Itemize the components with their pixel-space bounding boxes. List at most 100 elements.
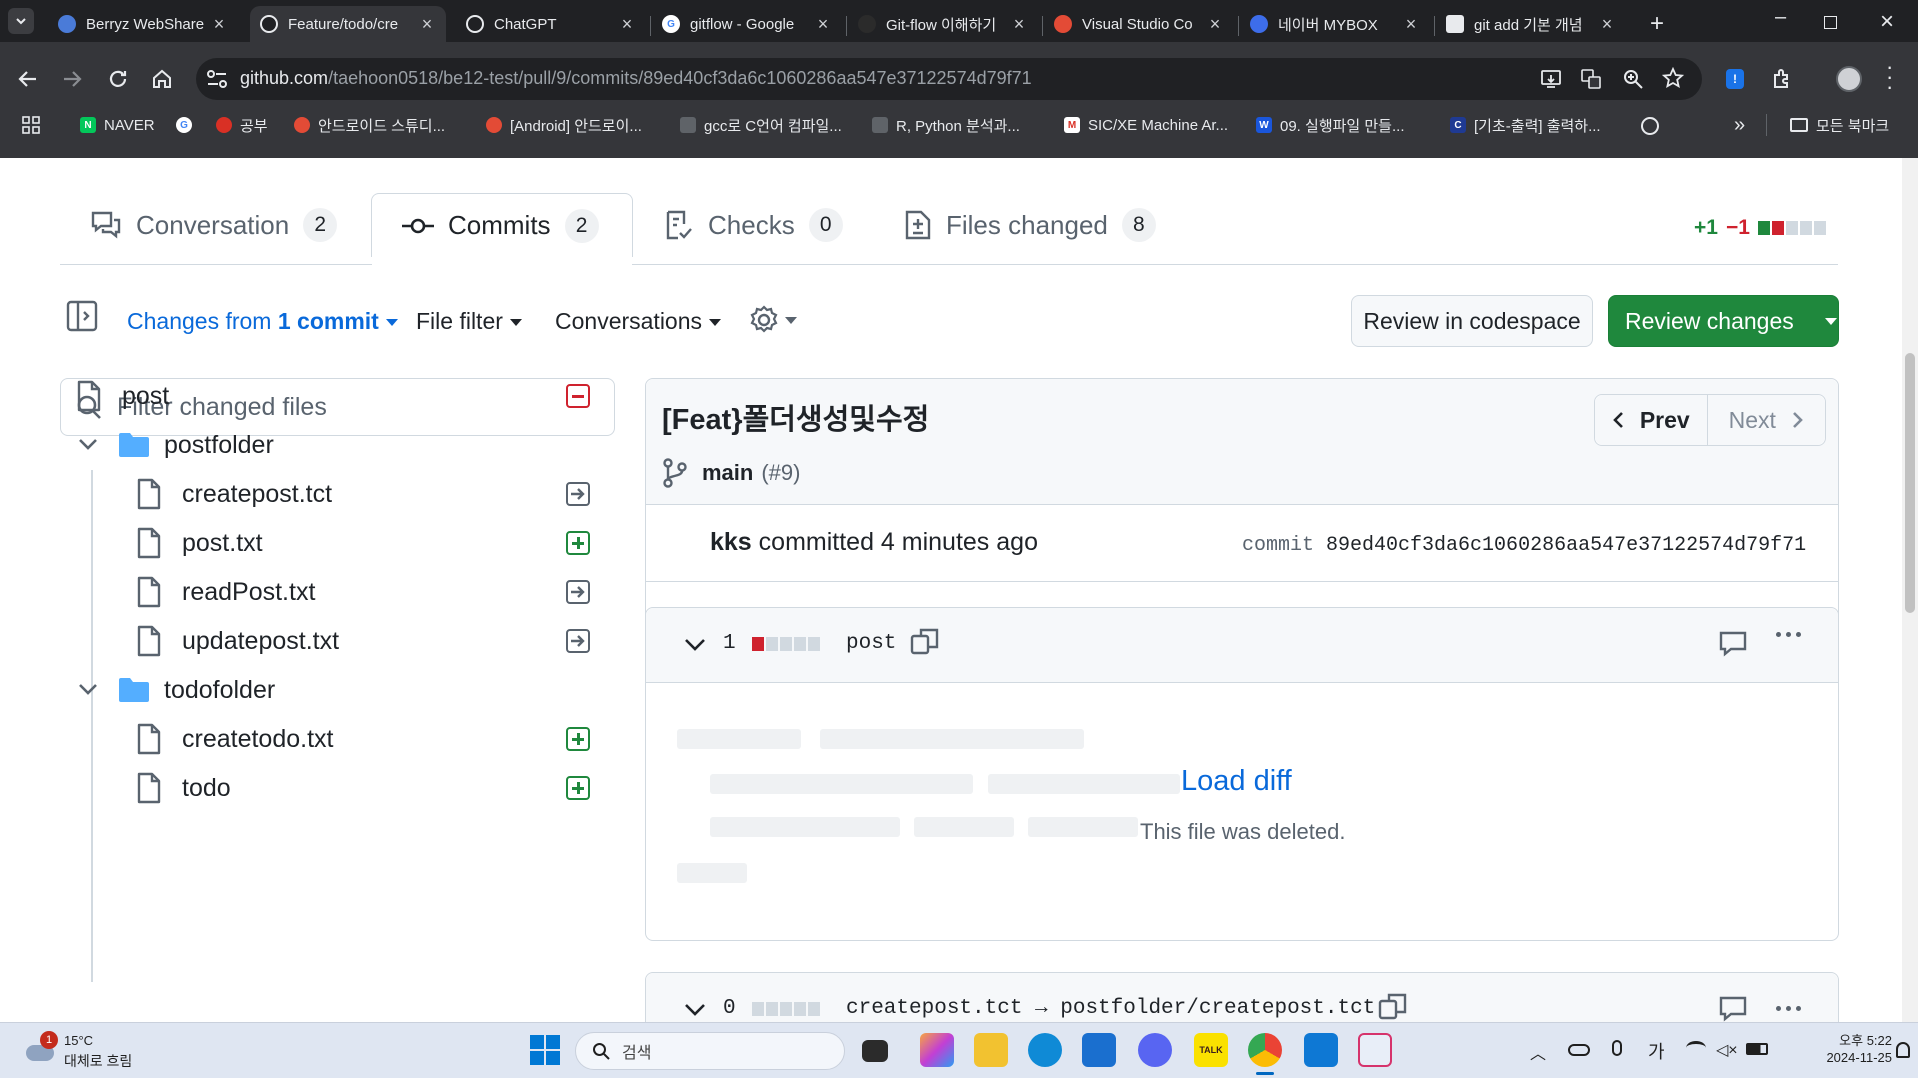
store-icon[interactable] (1082, 1033, 1116, 1067)
discord-icon[interactable] (1138, 1033, 1172, 1067)
tree-file[interactable]: createtodo.txt (136, 719, 333, 759)
sidebar-expand-icon[interactable] (66, 300, 98, 332)
browser-tab[interactable]: git add 기본 개념 × (1436, 6, 1626, 42)
vscode-icon[interactable] (1304, 1033, 1338, 1067)
bookmark-r-python[interactable]: R, Python 분석과... (872, 113, 1020, 137)
close-icon[interactable]: × (1598, 14, 1616, 35)
browser-tab[interactable]: ChatGPT × (456, 6, 646, 42)
changes-from-dropdown[interactable]: Changes from 1 commit (127, 308, 399, 335)
bookmark-android[interactable]: [Android] 안드로이... (486, 113, 642, 137)
tab-search-button[interactable] (8, 8, 34, 34)
tab-commits[interactable]: Commits 2 (371, 193, 633, 257)
bookmark-naver[interactable]: N NAVER (80, 113, 155, 137)
bookmark-gcc[interactable]: gcc로 C언어 컴파일... (680, 113, 842, 137)
page-scrollbar[interactable] (1902, 158, 1918, 1022)
browser-tab[interactable]: Visual Studio Co × (1044, 6, 1234, 42)
all-bookmarks[interactable]: 모든 북마크 (1790, 113, 1889, 137)
close-icon[interactable]: × (1010, 14, 1028, 35)
volume-icon[interactable]: ◁× (1716, 1040, 1738, 1060)
home-icon[interactable] (150, 67, 174, 91)
ime-indicator[interactable]: 가 (1648, 1038, 1665, 1064)
close-icon[interactable]: × (618, 14, 636, 35)
tab-checks[interactable]: Checks 0 (664, 194, 843, 256)
file-explorer-icon[interactable] (974, 1033, 1008, 1067)
profile-avatar[interactable] (1836, 66, 1862, 92)
copilot-icon[interactable] (920, 1033, 954, 1067)
taskbar-search[interactable]: 검색 (575, 1032, 845, 1070)
chevron-down-icon[interactable] (684, 1003, 706, 1017)
load-diff-link[interactable]: Load diff (1181, 765, 1292, 798)
edge-icon[interactable] (1028, 1033, 1062, 1067)
new-tab-button[interactable]: + (1650, 10, 1664, 38)
file-filter-dropdown[interactable]: File filter (416, 308, 523, 335)
reload-icon[interactable] (106, 67, 130, 91)
chrome-icon[interactable] (1248, 1033, 1282, 1067)
forward-arrow-icon[interactable] (60, 67, 84, 91)
start-button[interactable] (530, 1035, 560, 1065)
task-view-icon[interactable] (862, 1040, 888, 1062)
bookmark-basic-output[interactable]: C [기초-출력] 출력하... (1450, 113, 1601, 137)
close-icon[interactable]: × (1206, 14, 1224, 35)
tree-folder[interactable]: postfolder (78, 425, 274, 465)
comment-icon[interactable] (1718, 995, 1748, 1022)
review-in-codespace-button[interactable]: Review in codespace (1351, 295, 1593, 347)
zoom-icon[interactable] (1622, 68, 1644, 90)
extensions-puzzle-icon[interactable] (1770, 67, 1794, 91)
author-name[interactable]: kks (710, 528, 752, 556)
tab-files-changed[interactable]: Files changed 8 (904, 194, 1156, 256)
review-changes-button[interactable]: Review changes (1608, 295, 1839, 347)
diff-filename[interactable]: createpost.tct → postfolder/createpost.t… (846, 997, 1375, 1020)
kakaotalk-icon[interactable]: TALK (1194, 1033, 1228, 1067)
close-icon[interactable]: × (210, 14, 228, 35)
tree-file[interactable]: createpost.tct (136, 474, 332, 514)
conversations-dropdown[interactable]: Conversations (555, 308, 722, 335)
settings-dropdown[interactable] (748, 304, 798, 336)
close-icon[interactable]: × (814, 14, 832, 35)
bookmark-google[interactable]: G (176, 113, 200, 137)
install-app-icon[interactable] (1540, 68, 1562, 90)
weather-widget[interactable]: 1 15°C 대체로 흐림 (22, 1029, 152, 1073)
close-window-button[interactable]: × (1880, 8, 1894, 36)
tree-file[interactable]: post (76, 376, 169, 416)
url-text[interactable]: github.com/taehoon0518/be12-test/pull/9/… (240, 68, 1032, 89)
apps-grid-icon[interactable] (22, 116, 40, 134)
browser-tab[interactable]: Git-flow 이해하기 × (848, 6, 1038, 42)
bookmark-star-icon[interactable] (1662, 67, 1684, 89)
scrollbar-thumb[interactable] (1905, 353, 1915, 613)
browser-tab[interactable]: Berryz WebShare × (48, 6, 238, 42)
restore-button[interactable] (1824, 16, 1837, 29)
sha-value[interactable]: 89ed40cf3da6c1060286aa547e37122574d79f71 (1326, 534, 1806, 557)
pr-reference[interactable]: (#9) (761, 460, 800, 486)
bookmark-sicxe[interactable]: M SIC/XE Machine Ar... (1064, 113, 1228, 137)
battery-icon[interactable] (1746, 1043, 1768, 1055)
clock-date[interactable]: 2024-11-25 (1788, 1050, 1892, 1065)
more-bookmarks[interactable]: » (1734, 113, 1745, 137)
browser-tab-active[interactable]: Feature/todo/cre × (250, 6, 446, 42)
wifi-icon[interactable] (1686, 1041, 1706, 1055)
bookmark-study[interactable]: 공부 (216, 113, 268, 137)
copy-icon[interactable] (910, 626, 940, 656)
kebab-menu-icon[interactable] (1776, 1006, 1801, 1011)
diff-filename[interactable]: post (846, 632, 896, 655)
copy-icon[interactable] (1378, 991, 1408, 1021)
browser-tab[interactable]: 네이버 MYBOX × (1240, 6, 1430, 42)
tree-file[interactable]: post.txt (136, 523, 263, 563)
bookmark-executable[interactable]: W 09. 실행파일 만들... (1256, 113, 1405, 137)
tree-file[interactable]: todo (136, 768, 231, 808)
globe-icon[interactable] (1641, 117, 1659, 135)
notification-bell-icon[interactable] (1896, 1042, 1910, 1058)
browser-menu-icon[interactable]: · · · (1886, 56, 1893, 98)
tree-file[interactable]: updatepost.txt (136, 621, 339, 661)
close-icon[interactable]: × (1402, 14, 1420, 35)
translate-icon[interactable] (1580, 68, 1602, 90)
browser-tab[interactable]: G gitflow - Google × (652, 6, 842, 42)
clock-time[interactable]: 오후 5:22 (1802, 1030, 1892, 1049)
tree-folder[interactable]: todofolder (78, 670, 275, 710)
minimize-button[interactable]: – (1775, 6, 1786, 29)
close-icon[interactable]: × (418, 14, 436, 35)
chevron-down-icon[interactable] (684, 638, 706, 652)
kebab-menu-icon[interactable] (1776, 632, 1801, 637)
tree-file[interactable]: readPost.txt (136, 572, 315, 612)
onedrive-icon[interactable] (1568, 1044, 1590, 1056)
tab-conversation[interactable]: Conversation 2 (90, 194, 338, 256)
